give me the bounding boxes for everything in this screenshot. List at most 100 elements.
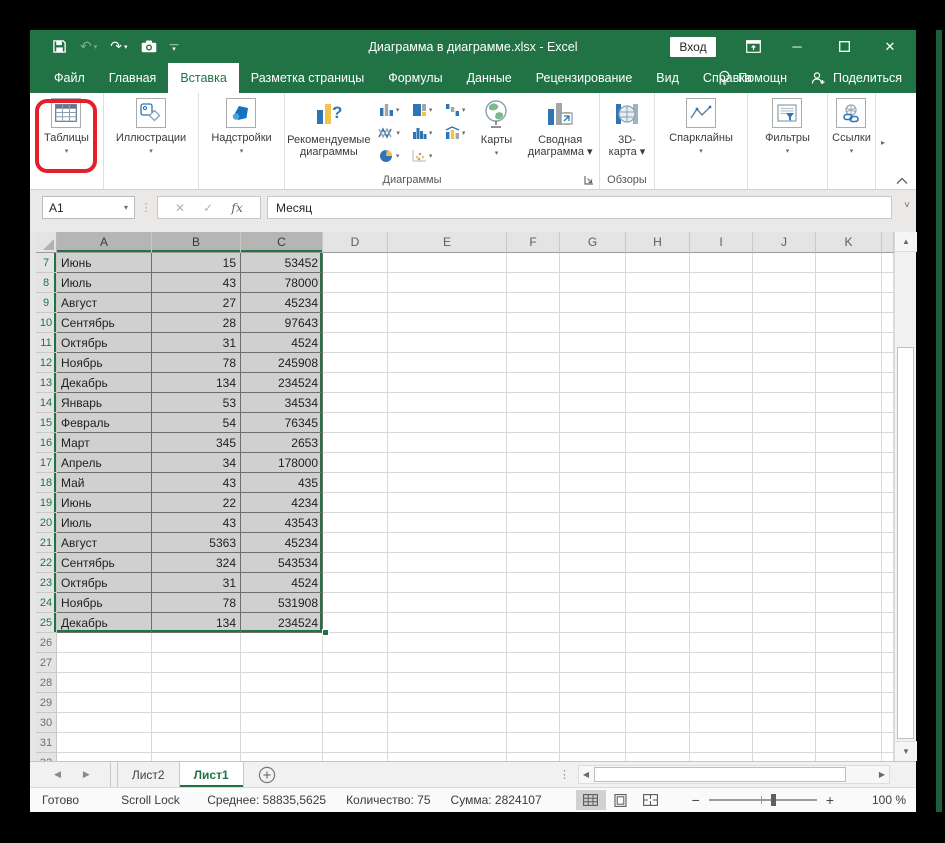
cell[interactable] (690, 693, 753, 713)
cell[interactable] (626, 453, 690, 473)
cell[interactable] (57, 713, 152, 733)
cell[interactable] (57, 633, 152, 653)
cell[interactable] (816, 533, 882, 553)
cell[interactable] (507, 533, 560, 553)
cell[interactable] (690, 253, 753, 273)
cell[interactable] (507, 713, 560, 733)
zoom-out-icon[interactable]: − (692, 792, 700, 808)
cell[interactable] (388, 693, 507, 713)
cell[interactable] (560, 573, 626, 593)
cell[interactable]: Январь (57, 393, 152, 413)
cell[interactable] (323, 673, 388, 693)
row-header-17[interactable]: 17 (36, 453, 57, 473)
cell[interactable] (388, 253, 507, 273)
tab-data[interactable]: Данные (455, 63, 524, 93)
cell[interactable]: 76345 (241, 413, 323, 433)
cell[interactable] (152, 753, 241, 761)
tab-home[interactable]: Главная (97, 63, 169, 93)
cell[interactable]: Октябрь (57, 333, 152, 353)
cell[interactable] (507, 293, 560, 313)
cell[interactable] (560, 253, 626, 273)
cell[interactable]: 43 (152, 473, 241, 493)
cell[interactable] (507, 453, 560, 473)
cell[interactable] (152, 693, 241, 713)
cell[interactable] (753, 533, 816, 553)
row-header-22[interactable]: 22 (36, 553, 57, 573)
new-sheet-button[interactable] (258, 762, 276, 787)
cell[interactable] (507, 613, 560, 633)
scroll-right-icon[interactable]: ▶ (875, 766, 889, 783)
column-header-E[interactable]: E (388, 232, 507, 253)
cell[interactable] (626, 633, 690, 653)
cell[interactable] (816, 313, 882, 333)
cell[interactable]: Июль (57, 513, 152, 533)
cell[interactable] (753, 353, 816, 373)
cell[interactable] (323, 733, 388, 753)
cell[interactable] (507, 633, 560, 653)
cell[interactable]: 27 (152, 293, 241, 313)
cell[interactable] (560, 273, 626, 293)
cell[interactable] (690, 733, 753, 753)
cell[interactable]: 435 (241, 473, 323, 493)
cell[interactable] (626, 313, 690, 333)
cell[interactable] (152, 653, 241, 673)
charts-dialog-launcher-icon[interactable] (584, 175, 594, 185)
cell[interactable] (753, 713, 816, 733)
cell[interactable] (507, 593, 560, 613)
cell[interactable]: 45234 (241, 533, 323, 553)
cell[interactable] (816, 333, 882, 353)
name-box-dropdown-icon[interactable]: ▾ (124, 203, 128, 212)
cell[interactable] (690, 453, 753, 473)
cell[interactable]: 34534 (241, 393, 323, 413)
cell[interactable] (690, 513, 753, 533)
cell[interactable] (626, 553, 690, 573)
waterfall-chart-button[interactable]: ▾ (439, 98, 472, 121)
cell[interactable] (507, 353, 560, 373)
cell[interactable] (323, 613, 388, 633)
cell[interactable] (388, 333, 507, 353)
maximize-button[interactable] (829, 30, 859, 63)
cell[interactable]: 245908 (241, 353, 323, 373)
column-chart-button[interactable]: ▾ (373, 98, 406, 121)
cell[interactable] (816, 513, 882, 533)
cell[interactable] (241, 653, 323, 673)
cell[interactable] (241, 753, 323, 761)
cell[interactable] (816, 653, 882, 673)
cell[interactable] (323, 633, 388, 653)
row-header-8[interactable]: 8 (36, 273, 57, 293)
cell[interactable] (241, 673, 323, 693)
cell[interactable] (560, 473, 626, 493)
cell[interactable] (690, 653, 753, 673)
column-header-C[interactable]: C (241, 232, 323, 253)
row-header-19[interactable]: 19 (36, 493, 57, 513)
cell[interactable] (753, 593, 816, 613)
cell[interactable]: Декабрь (57, 613, 152, 633)
tell-me-label[interactable]: Помощн (738, 71, 787, 85)
cell[interactable]: 34 (152, 453, 241, 473)
cell[interactable] (241, 693, 323, 713)
cell[interactable] (388, 433, 507, 453)
combo-chart-button[interactable]: ▾ (439, 121, 472, 144)
cell[interactable] (816, 393, 882, 413)
cell[interactable] (753, 513, 816, 533)
cell[interactable]: 43543 (241, 513, 323, 533)
next-sheet-icon[interactable]: ▶ (83, 769, 90, 780)
cell[interactable] (816, 453, 882, 473)
cell[interactable] (560, 533, 626, 553)
column-header-K[interactable]: K (816, 232, 882, 253)
cell[interactable] (816, 253, 882, 273)
row-header-12[interactable]: 12 (36, 353, 57, 373)
cell[interactable] (753, 433, 816, 453)
cell[interactable] (816, 353, 882, 373)
cell[interactable] (507, 413, 560, 433)
cell[interactable] (626, 473, 690, 493)
cell[interactable] (241, 733, 323, 753)
cell[interactable] (753, 673, 816, 693)
minimize-button[interactable]: ─ (782, 30, 812, 63)
cell[interactable] (753, 473, 816, 493)
scroll-up-icon[interactable]: ▲ (895, 232, 917, 252)
page-break-view-icon[interactable] (636, 790, 666, 810)
vertical-scrollbar[interactable]: ▲ ▼ (894, 232, 917, 761)
column-header-J[interactable]: J (753, 232, 816, 253)
cell[interactable]: 53 (152, 393, 241, 413)
